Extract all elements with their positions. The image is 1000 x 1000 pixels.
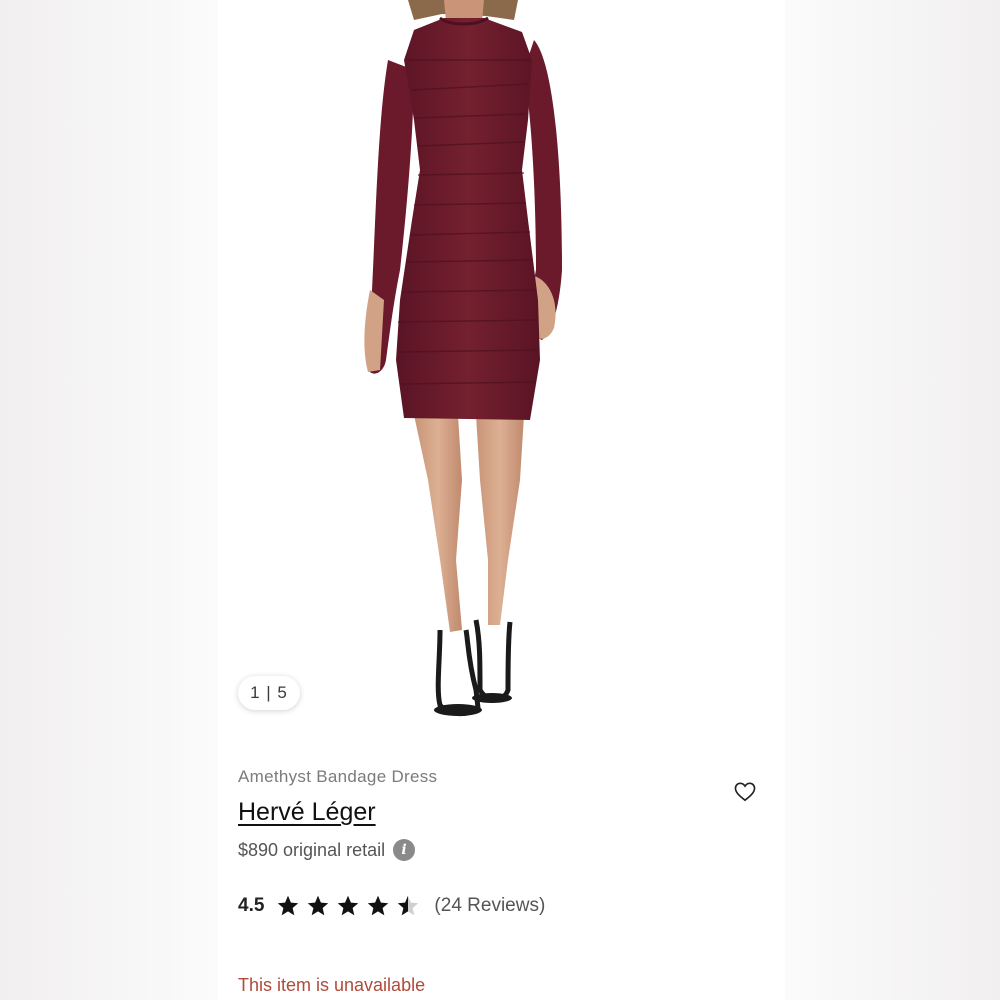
product-card: 1 | 5 Amethyst Bandage Dress Hervé Léger… bbox=[218, 0, 785, 1000]
star-icon bbox=[278, 895, 299, 916]
brand-link[interactable]: Hervé Léger bbox=[238, 798, 376, 827]
star-icon bbox=[338, 895, 359, 916]
rating-value: 4.5 bbox=[238, 895, 265, 916]
reviews-link[interactable]: (24 Reviews) bbox=[434, 895, 545, 917]
left-background bbox=[0, 0, 218, 1000]
star-rating bbox=[276, 894, 426, 918]
star-icon bbox=[368, 895, 389, 916]
heart-outline-icon[interactable] bbox=[734, 782, 756, 802]
info-icon[interactable]: i bbox=[393, 839, 416, 861]
model-illustration bbox=[364, 0, 562, 717]
product-name: Amethyst Bandage Dress bbox=[238, 767, 438, 786]
right-background bbox=[785, 0, 1000, 1000]
product-image[interactable] bbox=[218, 0, 785, 740]
retail-price-row: $890 original retail i bbox=[238, 839, 416, 861]
star-icon bbox=[398, 895, 419, 916]
star-icon bbox=[308, 895, 329, 916]
rating-row: 4.5 (24 Reviews) bbox=[238, 894, 545, 918]
retail-price: $890 original retail bbox=[238, 839, 386, 860]
image-counter: 1 | 5 bbox=[238, 676, 300, 710]
availability-status: This item is unavailable bbox=[238, 975, 426, 995]
